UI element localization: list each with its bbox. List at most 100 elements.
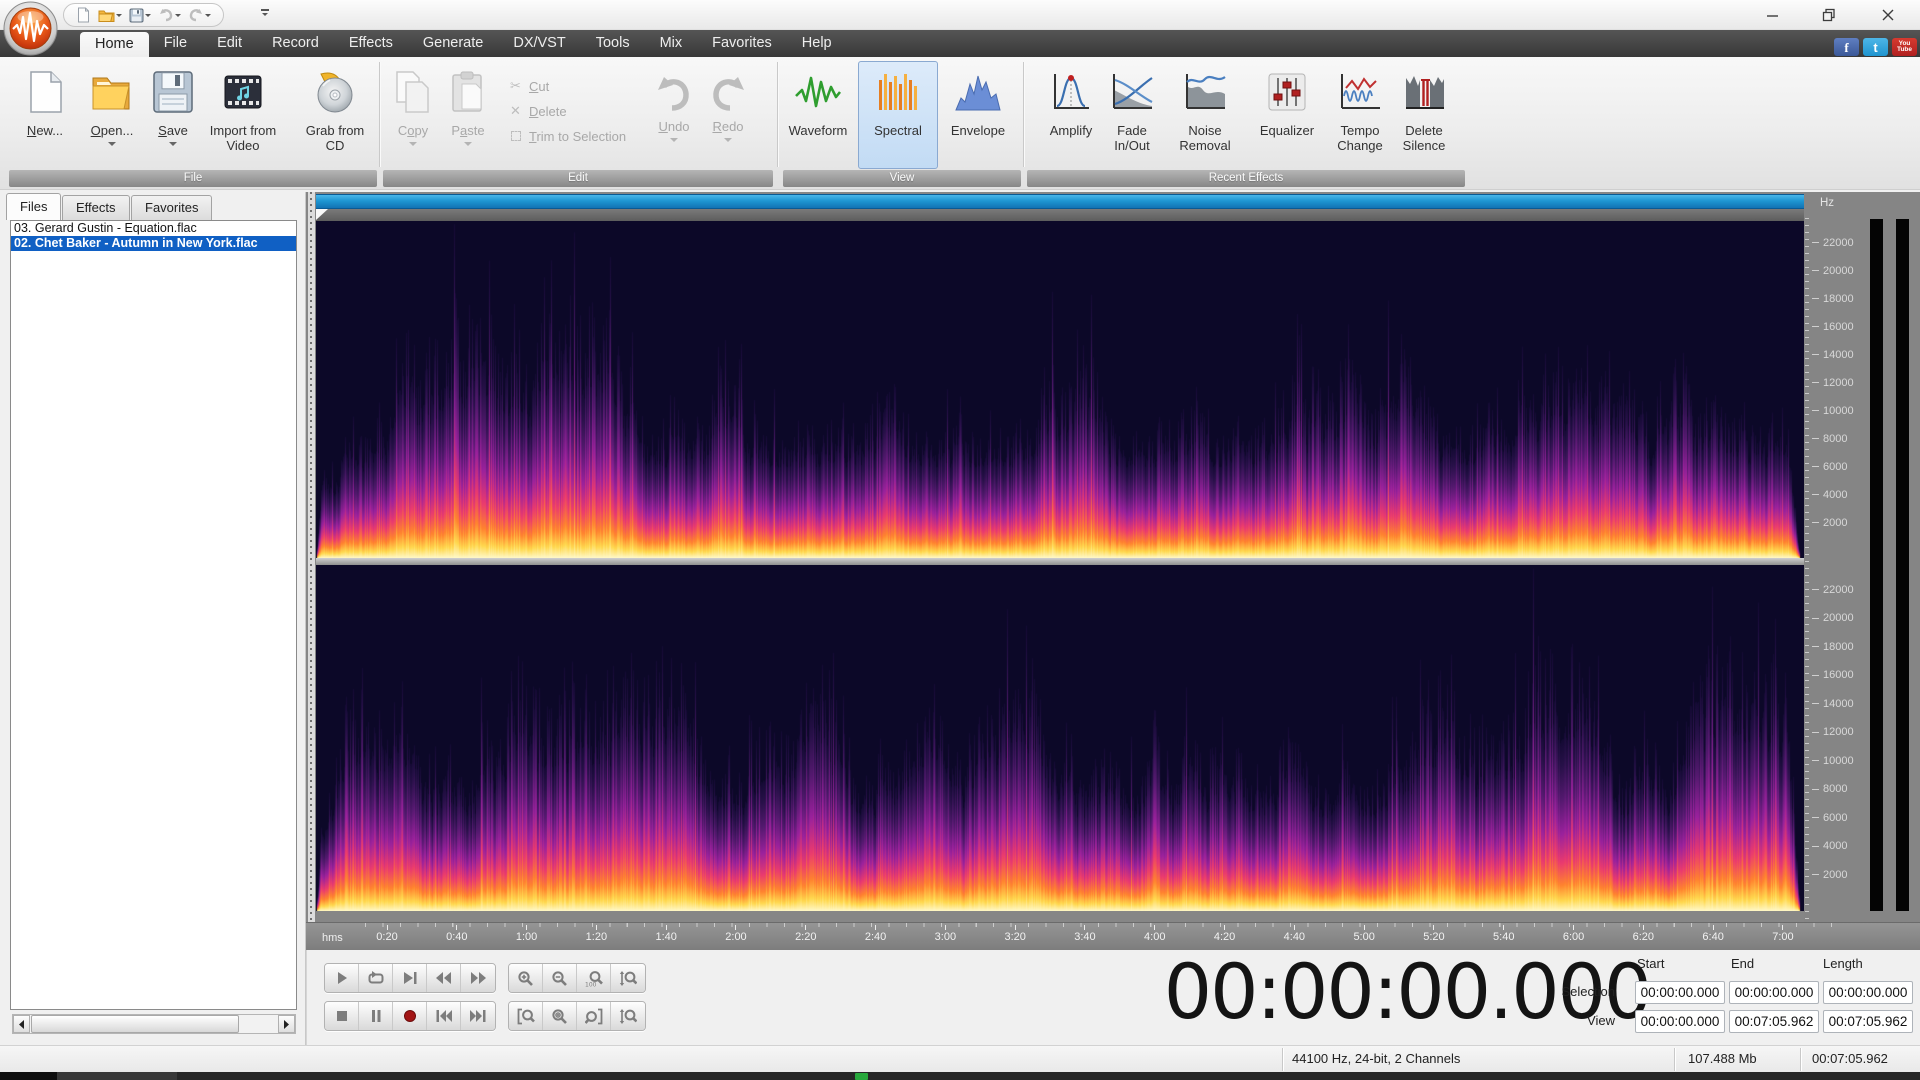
spectrogram-channel-1[interactable]: [316, 221, 1804, 558]
tick-mark-icon: [735, 925, 737, 930]
scrollbar-thumb[interactable]: [31, 1015, 239, 1033]
zoom-in-button[interactable]: [509, 964, 543, 992]
zoom-selection-button[interactable]: [543, 1002, 577, 1030]
restore-button[interactable]: [1812, 4, 1846, 26]
paste-button[interactable]: Paste: [440, 62, 496, 166]
zoom-vertical-button[interactable]: [611, 964, 645, 992]
equalizer-button[interactable]: Equalizer: [1250, 62, 1324, 166]
tick-dash-icon: [1812, 817, 1819, 818]
view-length-field[interactable]: 00:07:05.962: [1823, 1010, 1913, 1033]
envelope-view-button[interactable]: Envelope: [942, 62, 1014, 166]
tick-mark-icon: [1293, 925, 1295, 930]
undo-button[interactable]: Undo: [648, 62, 700, 166]
tempo-icon: [1341, 74, 1380, 109]
app-logo-icon[interactable]: [3, 1, 58, 56]
save-button[interactable]: Save: [148, 62, 198, 166]
file-list-item[interactable]: 03. Gerard Gustin - Equation.flac: [11, 221, 296, 236]
selection-length-field[interactable]: 00:00:00.000: [1823, 981, 1913, 1004]
noise-removal-button[interactable]: Noise Removal: [1164, 62, 1246, 166]
amplify-button[interactable]: Amplify: [1038, 62, 1104, 166]
timeline-ruler[interactable]: hms 0:20 0:40 1:00 1:20 1:40 2:00 2:20 2:40 3:00…: [306, 922, 1920, 950]
zoom-selection-end-button[interactable]: [577, 1002, 611, 1030]
spectrogram-channel-2[interactable]: [316, 565, 1804, 911]
selection-start-field[interactable]: 00:00:00.000: [1635, 981, 1725, 1004]
customize-quick-access-icon[interactable]: [258, 8, 272, 22]
import-from-video-button[interactable]: Import from Video: [204, 62, 282, 166]
tick-dash-icon: [1812, 466, 1819, 467]
new-button[interactable]: New...: [14, 62, 76, 166]
overview-position-bar[interactable]: [316, 194, 1804, 209]
tick-mark-icon: [1363, 925, 1365, 930]
tick-mark-icon: [1154, 925, 1156, 930]
zoom-selection-start-button[interactable]: [509, 1002, 543, 1030]
selection-end-field[interactable]: 00:00:00.000: [1729, 981, 1819, 1004]
tab-generate[interactable]: Generate: [408, 30, 498, 57]
fade-in-out-button[interactable]: Fade In/Out: [1102, 62, 1162, 166]
close-button[interactable]: [1871, 4, 1905, 26]
youtube-icon[interactable]: You Tube: [1892, 38, 1917, 56]
tab-home[interactable]: Home: [80, 32, 149, 57]
spectral-view-button[interactable]: Spectral: [858, 61, 938, 169]
play-button[interactable]: [325, 964, 359, 992]
tab-file[interactable]: File: [149, 30, 202, 57]
scroll-right-arrow-icon[interactable]: [278, 1015, 295, 1033]
envelope-icon: [955, 75, 1001, 111]
transport-strip-top: [324, 963, 496, 993]
tab-record[interactable]: Record: [257, 30, 334, 57]
play-to-end-button[interactable]: [393, 964, 427, 992]
file-list-horizontal-scrollbar[interactable]: [12, 1014, 296, 1034]
view-start-field[interactable]: 00:00:00.000: [1635, 1010, 1725, 1033]
new-file-icon[interactable]: [74, 6, 93, 24]
copy-button[interactable]: Copy: [384, 62, 442, 166]
play-position-marker-icon[interactable]: [316, 209, 328, 220]
open-button[interactable]: Open...: [80, 62, 144, 166]
tab-dxvst[interactable]: DX/VST: [498, 30, 580, 57]
tempo-change-button[interactable]: Tempo Change: [1326, 62, 1394, 166]
fast-forward-button[interactable]: [461, 964, 495, 992]
file-list-item-selected[interactable]: 02. Chet Baker - Autumn in New York.flac: [11, 236, 296, 251]
sidebar-tab-effects[interactable]: Effects: [62, 195, 130, 220]
amplify-icon: [1054, 74, 1089, 109]
undo-icon[interactable]: [156, 7, 183, 23]
tick-mark-icon: [1712, 925, 1714, 930]
row-label-view: View: [1587, 1013, 1615, 1028]
sidebar-tab-favorites[interactable]: Favorites: [131, 195, 213, 220]
frequency-tick: 8000: [1812, 432, 1854, 445]
frequency-tick: 10000: [1812, 404, 1854, 417]
tab-tools[interactable]: Tools: [581, 30, 645, 57]
save-file-icon[interactable]: [127, 7, 153, 24]
facebook-icon[interactable]: f: [1834, 38, 1859, 56]
frequency-tick: 18000: [1812, 640, 1854, 653]
scroll-left-arrow-icon[interactable]: [13, 1015, 30, 1033]
pause-button[interactable]: [359, 1002, 393, 1030]
tab-edit[interactable]: Edit: [202, 30, 257, 57]
loop-button[interactable]: [359, 964, 393, 992]
zoom-vertical-fit-button[interactable]: [611, 1002, 645, 1030]
go-to-end-button[interactable]: [461, 1002, 495, 1030]
audio-format-status: 44100 Hz, 24-bit, 2 Channels: [1292, 1051, 1461, 1066]
sidebar-tab-files[interactable]: Files: [6, 193, 62, 220]
minimize-button[interactable]: [1755, 4, 1789, 26]
zoom-100-button[interactable]: 100: [577, 964, 611, 992]
tab-mix[interactable]: Mix: [645, 30, 698, 57]
tab-favorites[interactable]: Favorites: [697, 30, 787, 57]
redo-icon[interactable]: [186, 7, 213, 23]
tab-help[interactable]: Help: [787, 30, 847, 57]
tab-effects[interactable]: Effects: [334, 30, 408, 57]
redo-button[interactable]: Redo: [702, 62, 754, 166]
delete-silence-button[interactable]: Delete Silence: [1394, 62, 1454, 166]
go-to-start-button[interactable]: [427, 1002, 461, 1030]
rewind-button[interactable]: [427, 964, 461, 992]
waveform-view-button[interactable]: Waveform: [782, 62, 854, 166]
open-file-icon[interactable]: [96, 7, 124, 24]
tick-mark-icon: [456, 925, 458, 930]
zoom-out-button[interactable]: [543, 964, 577, 992]
tick-mark-icon: [1224, 925, 1226, 930]
view-end-field[interactable]: 00:07:05.962: [1729, 1010, 1819, 1033]
stop-button[interactable]: [325, 1002, 359, 1030]
record-button[interactable]: [393, 1002, 427, 1030]
twitter-icon[interactable]: t: [1863, 38, 1888, 56]
grab-from-cd-button[interactable]: Grab from CD: [299, 62, 371, 166]
marker-strip[interactable]: [316, 209, 1804, 221]
dropdown-arrow-icon: [724, 138, 732, 146]
